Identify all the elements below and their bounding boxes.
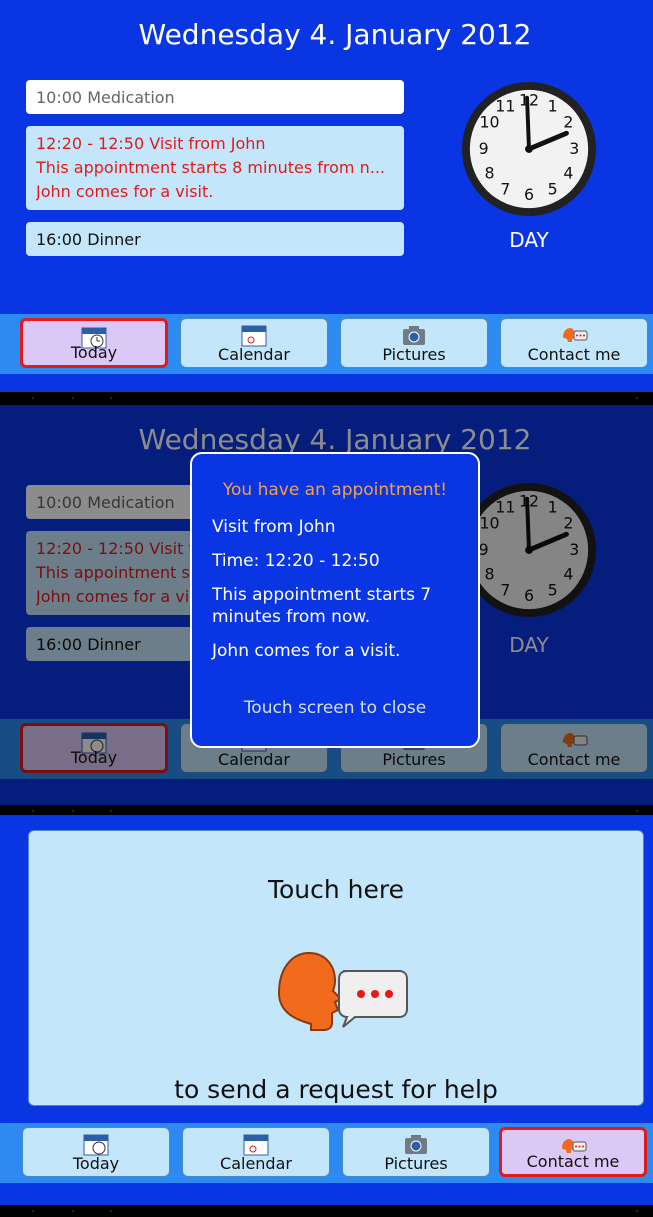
nav-label: Calendar bbox=[220, 1154, 292, 1173]
nav-calendar-button[interactable]: Calendar bbox=[180, 318, 328, 368]
nav-contact-button[interactable]: Contact me bbox=[499, 1127, 647, 1177]
help-subtitle: to send a request for help bbox=[174, 1075, 498, 1104]
analog-clock-icon: 1212 345 678 91011 bbox=[461, 81, 597, 217]
speech-bubble-icon bbox=[563, 328, 588, 342]
calendar-icon bbox=[241, 325, 267, 347]
appointment-text: 10:00 Medication bbox=[36, 88, 175, 107]
svg-text:11: 11 bbox=[495, 97, 515, 116]
svg-text:4: 4 bbox=[563, 164, 573, 183]
navigation-bar: Today Calendar Pictures Contact me bbox=[0, 1123, 653, 1183]
nav-label: Contact me bbox=[526, 1152, 620, 1171]
nav-contact-button[interactable]: Contact me bbox=[500, 318, 648, 368]
nav-label: Today bbox=[72, 1154, 120, 1173]
navigation-bar: Today Calendar Pictures Contact me bbox=[0, 314, 653, 374]
svg-text:9: 9 bbox=[479, 139, 489, 158]
nav-calendar-button[interactable]: Calendar bbox=[182, 1127, 330, 1177]
popup-visit: Visit from John bbox=[212, 517, 336, 537]
today-screen: Wednesday 4. January 2012 10:00 Medicati… bbox=[0, 0, 653, 392]
popup-note: John comes for a visit. bbox=[212, 641, 401, 661]
nav-pictures-button[interactable]: Pictures bbox=[340, 318, 488, 368]
nav-label: Pictures bbox=[382, 345, 446, 364]
nav-label: Calendar bbox=[218, 345, 290, 364]
screen-divider bbox=[0, 392, 653, 404]
appointment-visit[interactable]: 12:20 - 12:50 Visit from John This appoi… bbox=[26, 126, 404, 210]
popup-starts: This appointment starts 7 minutes from n… bbox=[212, 585, 432, 627]
date-title: Wednesday 4. January 2012 bbox=[138, 18, 532, 51]
camera-icon bbox=[403, 326, 425, 345]
appointment-popup[interactable]: You have an appointment! Visit from John… bbox=[190, 452, 480, 748]
popup-title: You have an appointment! bbox=[222, 480, 448, 500]
clock-calendar-icon bbox=[83, 1134, 109, 1156]
svg-text:1: 1 bbox=[548, 97, 558, 116]
appointment-text: 16:00 Dinner bbox=[36, 230, 141, 249]
calendar-icon bbox=[243, 1134, 269, 1156]
help-request-panel[interactable]: Touch here to send a request for help bbox=[28, 830, 644, 1106]
today-screen-with-popup: Wednesday 4. January 2012 10:00 Medicati… bbox=[0, 405, 653, 805]
appointment-title: 12:20 - 12:50 Visit from John bbox=[36, 134, 266, 153]
appointment-status: This appointment starts 8 minutes from n… bbox=[36, 158, 385, 177]
speech-bubble-icon bbox=[277, 951, 408, 1031]
screen-divider bbox=[0, 805, 653, 815]
svg-text:3: 3 bbox=[569, 139, 579, 158]
nav-today-button[interactable]: Today bbox=[20, 318, 168, 368]
appointment-medication[interactable]: 10:00 Medication bbox=[26, 80, 404, 114]
popup-time: Time: 12:20 - 12:50 bbox=[212, 551, 380, 571]
nav-label: Today bbox=[70, 343, 118, 362]
svg-text:5: 5 bbox=[548, 179, 558, 198]
day-label: DAY bbox=[509, 228, 549, 252]
svg-text:8: 8 bbox=[485, 164, 495, 183]
svg-text:6: 6 bbox=[524, 185, 534, 204]
svg-text:7: 7 bbox=[500, 179, 510, 198]
nav-today-button[interactable]: Today bbox=[22, 1127, 170, 1177]
nav-label: Contact me bbox=[527, 345, 621, 364]
nav-pictures-button[interactable]: Pictures bbox=[342, 1127, 490, 1177]
camera-icon bbox=[405, 1135, 427, 1154]
nav-label: Pictures bbox=[384, 1154, 448, 1173]
screen-divider bbox=[0, 1205, 653, 1217]
appointment-dinner[interactable]: 16:00 Dinner bbox=[26, 222, 404, 256]
contact-screen: Touch here to send a request for help To… bbox=[0, 815, 653, 1205]
svg-text:2: 2 bbox=[563, 112, 573, 131]
appointment-note: John comes for a visit. bbox=[36, 182, 214, 201]
popup-close-hint[interactable]: Touch screen to close bbox=[192, 698, 478, 718]
help-title: Touch here bbox=[267, 875, 405, 904]
